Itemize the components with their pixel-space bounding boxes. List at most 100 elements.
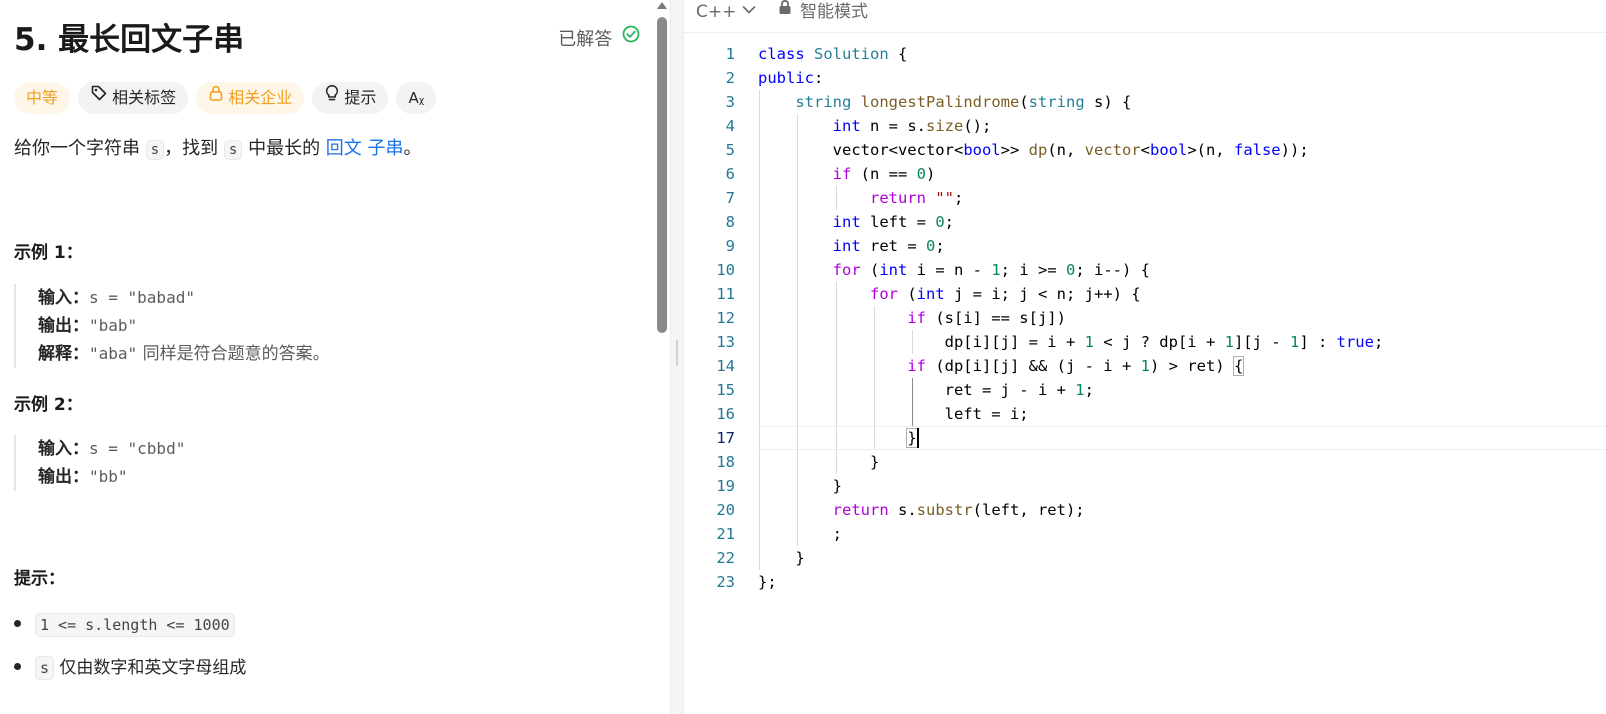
output-value: "bab" — [89, 316, 138, 335]
line-number: 5 — [725, 141, 735, 159]
code-line[interactable]: 2 public: — [684, 66, 1606, 90]
code-line[interactable]: 16 left = i; — [684, 402, 1606, 426]
check-circle-icon — [622, 25, 640, 51]
line-number: 13 — [716, 333, 735, 351]
code-line[interactable]: 9 int ret = 0; — [684, 234, 1606, 258]
code-text: dp[i][j] = i + 1 < j ? dp[i + 1][j - 1] … — [758, 333, 1384, 351]
input-label: 输入： — [38, 288, 89, 308]
code-line[interactable]: 5 vector<vector<bool>> dp(n, vector<bool… — [684, 138, 1606, 162]
inline-code: s — [223, 140, 243, 160]
code-text: } — [758, 453, 880, 471]
line-number: 11 — [716, 285, 735, 303]
constraint-text: 仅由数字和英文字母组成 — [54, 658, 247, 678]
line-number: 17 — [716, 429, 735, 447]
problem-scrollbar[interactable] — [655, 0, 668, 714]
code-text: ret = j - i + 1; — [758, 381, 1094, 399]
related-tags-label: 相关标签 — [112, 88, 177, 107]
code-text: } — [758, 549, 805, 567]
code-text: for (int i = n - 1; i >= 0; i--) { — [832, 261, 1150, 279]
code-line[interactable]: 12 if (s[i] == s[j]) — [684, 306, 1606, 330]
code-line[interactable]: 6 if (n == 0) — [684, 162, 1606, 186]
code-line[interactable]: 7 return ""; — [684, 186, 1606, 210]
code-text: int ret = 0; — [832, 237, 945, 255]
example-1: 输入：s = "babad" 输出："bab" 解释："aba" 同样是符合题意… — [14, 284, 658, 368]
output-label: 输出： — [38, 467, 89, 487]
code-text: int n = s.size(); — [832, 117, 992, 135]
input-label: 输入： — [38, 439, 89, 459]
scroll-thumb[interactable] — [657, 17, 667, 333]
line-number: 18 — [716, 453, 735, 471]
panel-resizer[interactable] — [670, 0, 684, 714]
translate-button[interactable]: Aᵪ — [396, 82, 437, 114]
inline-code: s — [145, 140, 165, 160]
line-number: 6 — [725, 165, 735, 183]
hint-label: 提示 — [344, 88, 377, 107]
code-line[interactable]: 17 } — [684, 426, 1606, 450]
editor-toolbar: C++ 智能模式 — [684, 0, 1606, 33]
output-value: "bb" — [89, 467, 128, 486]
line-number: 3 — [725, 93, 735, 111]
mode-selector[interactable]: 智能模式 — [778, 0, 868, 24]
lightbulb-icon — [324, 81, 340, 113]
code-text: if (dp[i][j] && (j - i + 1) > ret) { — [907, 356, 1245, 376]
code-line[interactable]: 4 int n = s.size(); — [684, 114, 1606, 138]
code-line[interactable]: 13 dp[i][j] = i + 1 < j ? dp[i + 1][j - … — [684, 330, 1606, 354]
difficulty-badge[interactable]: 中等 — [14, 82, 71, 114]
tag-icon — [90, 81, 108, 113]
palindrome-link[interactable]: 回文 — [326, 138, 362, 159]
language-label: C++ — [696, 2, 737, 22]
title-row: 5. 最长回文子串 已解答 — [14, 20, 654, 60]
scroll-up-arrow[interactable] — [657, 2, 667, 9]
code-line[interactable]: 3 string longestPalindrome(string s) { — [684, 90, 1606, 114]
substring-link[interactable]: 子串 — [368, 138, 404, 159]
code-line[interactable]: 10 for (int i = n - 1; i >= 0; i--) { — [684, 258, 1606, 282]
example-explanation: 解释："aba" 同样是符合题意的答案。 — [38, 340, 658, 368]
code-line[interactable]: 15 ret = j - i + 1; — [684, 378, 1606, 402]
code-line[interactable]: 18 } — [684, 450, 1606, 474]
code-line[interactable]: 14 if (dp[i][j] && (j - i + 1) > ret) { — [684, 354, 1606, 378]
line-number: 14 — [716, 357, 735, 375]
related-tags-button[interactable]: 相关标签 — [78, 81, 189, 114]
code-text: } — [906, 427, 919, 448]
code-text: left = i; — [758, 405, 1029, 423]
line-number: 4 — [725, 117, 735, 135]
code-line[interactable]: 19 } — [684, 474, 1606, 498]
code-line[interactable]: 8 int left = 0; — [684, 210, 1606, 234]
bullet-dot — [14, 619, 21, 627]
text-caret — [916, 427, 919, 448]
code-text: vector<vector<bool>> dp(n, vector<bool>(… — [758, 141, 1309, 159]
explanation-value: "aba" — [89, 344, 138, 363]
example-input: 输入：s = "cbbd" — [38, 435, 658, 463]
resize-handle[interactable] — [676, 340, 678, 366]
mode-label: 智能模式 — [800, 2, 868, 22]
explanation-text: 同样是符合题意的答案。 — [137, 344, 330, 364]
code-text: return ""; — [869, 189, 964, 207]
example-2: 输入：s = "cbbd" 输出："bb" — [14, 435, 658, 491]
line-number: 10 — [716, 261, 735, 279]
code-text: string longestPalindrome(string s) { — [795, 93, 1132, 111]
code-line[interactable]: 1 class Solution { — [684, 42, 1606, 66]
example-output: 输出："bb" — [38, 463, 658, 491]
input-value: s = "babad" — [89, 288, 195, 307]
code-line[interactable]: 21 ; — [684, 522, 1606, 546]
code-text: return s.substr(left, ret); — [832, 501, 1085, 519]
bullet-dot — [14, 662, 21, 670]
description-text: 中最长的 — [242, 138, 326, 159]
constraint-item: s 仅由数字和英文字母组成 — [14, 655, 246, 681]
line-number: 2 — [725, 69, 735, 87]
related-companies-button[interactable]: 相关企业 — [196, 82, 305, 114]
language-selector[interactable]: C++ — [696, 0, 756, 24]
example-input: 输入：s = "babad" — [38, 284, 658, 312]
code-line[interactable]: 20 return s.substr(left, ret); — [684, 498, 1606, 522]
hint-button[interactable]: 提示 — [312, 81, 389, 114]
code-line[interactable]: 23}; — [684, 570, 1606, 594]
problem-description: 给你一个字符串 s ，找到 s 中最长的 回文 子串。 — [14, 136, 422, 163]
code-editor[interactable]: 1 class Solution { 2 public: 3 string long… — [684, 42, 1606, 642]
code-text: if (s[i] == s[j]) — [907, 309, 1066, 327]
solved-status[interactable]: 已解答 — [558, 25, 640, 53]
code-text: for (int j = i; j < n; j++) { — [869, 285, 1141, 303]
example-2-heading: 示例 2： — [14, 395, 83, 415]
code-line[interactable]: 11 for (int j = i; j < n; j++) { — [684, 282, 1606, 306]
code-line[interactable]: 22 } — [684, 546, 1606, 570]
code-panel: C++ 智能模式 1 class Solution { 2 public: 3 st… — [684, 0, 1606, 714]
